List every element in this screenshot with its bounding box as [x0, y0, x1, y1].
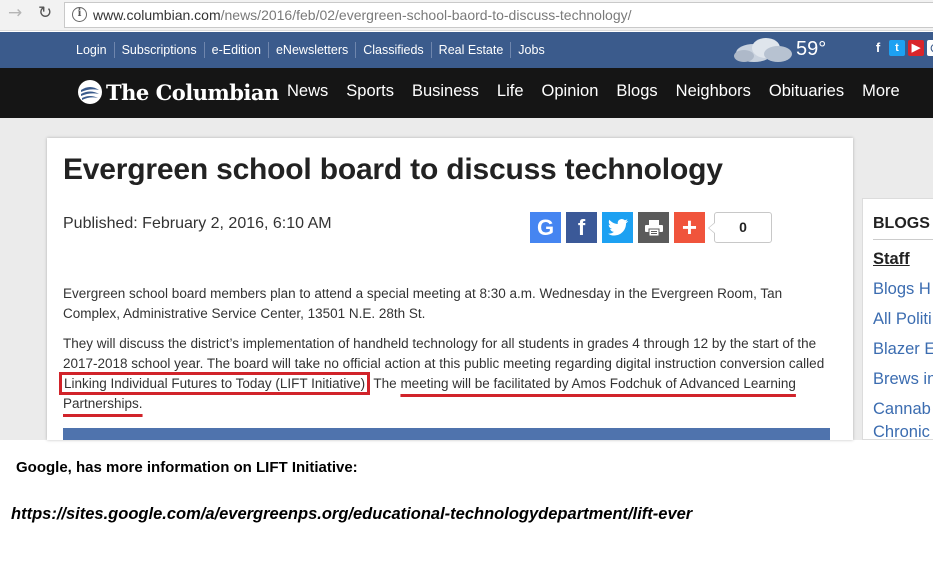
media-bar [63, 428, 830, 440]
login-link[interactable]: Login [69, 42, 114, 58]
annotation-note: Google, has more information on LIFT Ini… [16, 459, 358, 476]
youtube-icon[interactable]: ▶ [908, 40, 924, 56]
site-logo[interactable]: The Columbian [77, 79, 279, 105]
article: Evergreen school board to discuss techno… [47, 138, 853, 440]
address-bar[interactable]: i www.columbian.com/news/2016/feb/02/eve… [64, 2, 933, 28]
sidebar-item-brews[interactable]: Brews in [873, 370, 933, 389]
sidebar-item-staff[interactable]: Staff [873, 250, 910, 269]
reload-icon[interactable]: ↻ [38, 3, 52, 23]
browser-toolbar: → ↻ i www.columbian.com/news/2016/feb/02… [0, 0, 933, 31]
share-count: 0 [708, 212, 772, 243]
nav-business[interactable]: Business [412, 82, 479, 101]
temperature[interactable]: 59° [796, 38, 826, 61]
social-links: f t ▶ ◎ [870, 40, 933, 56]
annotation-url: https://sites.google.com/a/evergreenps.o… [11, 505, 693, 523]
twitter-icon[interactable]: t [889, 40, 905, 56]
nav-opinion[interactable]: Opinion [542, 82, 599, 101]
classifieds-link[interactable]: Classifieds [355, 42, 430, 58]
section-menu: News Sports Business Life Opinion Blogs … [287, 82, 918, 101]
utility-bar: Login Subscriptions e-Edition eNewslette… [0, 32, 933, 68]
nav-news[interactable]: News [287, 82, 328, 101]
sidebar-title: BLOGS [873, 215, 930, 232]
sidebar-item-cannabis[interactable]: Cannab [873, 400, 931, 419]
facebook-icon[interactable]: f [870, 40, 886, 56]
twitter-share-icon[interactable] [602, 212, 633, 243]
nav-blogs[interactable]: Blogs [616, 82, 657, 101]
facebook-share-icon[interactable]: f [566, 212, 597, 243]
blogs-sidebar: BLOGS Staff Blogs H All Politi Blazer E … [862, 198, 933, 440]
sidebar-item-chronicle[interactable]: Chronic [873, 423, 930, 439]
nav-obituaries[interactable]: Obituaries [769, 82, 844, 101]
subscriptions-link[interactable]: Subscriptions [113, 42, 204, 58]
nav-more[interactable]: More [862, 82, 900, 101]
google-share-icon[interactable]: G [530, 212, 561, 243]
more-share-icon[interactable]: + [674, 212, 705, 243]
utility-links: Login Subscriptions e-Edition eNewslette… [69, 42, 552, 58]
sidebar-item-blazer[interactable]: Blazer E [873, 340, 933, 359]
url-domain: www.columbian.com [93, 7, 221, 23]
instagram-icon[interactable]: ◎ [927, 40, 933, 56]
columbian-logo-icon [78, 80, 102, 104]
screenshot-root: → ↻ i www.columbian.com/news/2016/feb/02… [0, 0, 933, 576]
article-paragraph-1: Evergreen school board members plan to a… [63, 286, 783, 321]
main-nav: The Columbian News Sports Business Life … [0, 68, 933, 118]
article-headline: Evergreen school board to discuss techno… [63, 153, 723, 186]
real-estate-link[interactable]: Real Estate [430, 42, 511, 58]
lift-initiative-highlight: Linking Individual Futures to Today (LIF… [58, 372, 371, 395]
nav-sports[interactable]: Sports [346, 82, 394, 101]
published-date: Published: February 2, 2016, 6:10 AM [63, 215, 332, 232]
nav-neighbors[interactable]: Neighbors [676, 82, 751, 101]
e-edition-link[interactable]: e-Edition [203, 42, 268, 58]
nav-life[interactable]: Life [497, 82, 524, 101]
sidebar-item-blogs-home[interactable]: Blogs H [873, 280, 931, 299]
sidebar-item-all-politics[interactable]: All Politi [873, 310, 932, 329]
article-paragraph-2: They will discuss the district’s impleme… [58, 334, 838, 414]
logo-text: The Columbian [106, 79, 279, 105]
enewsletters-link[interactable]: eNewsletters [267, 42, 355, 58]
url-path: /news/2016/feb/02/evergreen-school-baord… [220, 7, 632, 23]
jobs-link[interactable]: Jobs [510, 42, 551, 58]
share-bar: G f + 0 [530, 212, 772, 243]
page-content: Evergreen school board to discuss techno… [0, 118, 933, 440]
print-icon[interactable] [638, 212, 669, 243]
paragraph-2-text-start: They will discuss the district’s impleme… [63, 336, 825, 371]
info-icon[interactable]: i [72, 7, 87, 22]
sidebar-divider [873, 239, 933, 240]
paragraph-2-text-middle: . The [366, 376, 401, 391]
cloud-weather-icon[interactable] [730, 35, 794, 65]
back-arrow-icon[interactable]: → [8, 3, 22, 23]
url-text[interactable]: www.columbian.com/news/2016/feb/02/everg… [93, 7, 632, 23]
